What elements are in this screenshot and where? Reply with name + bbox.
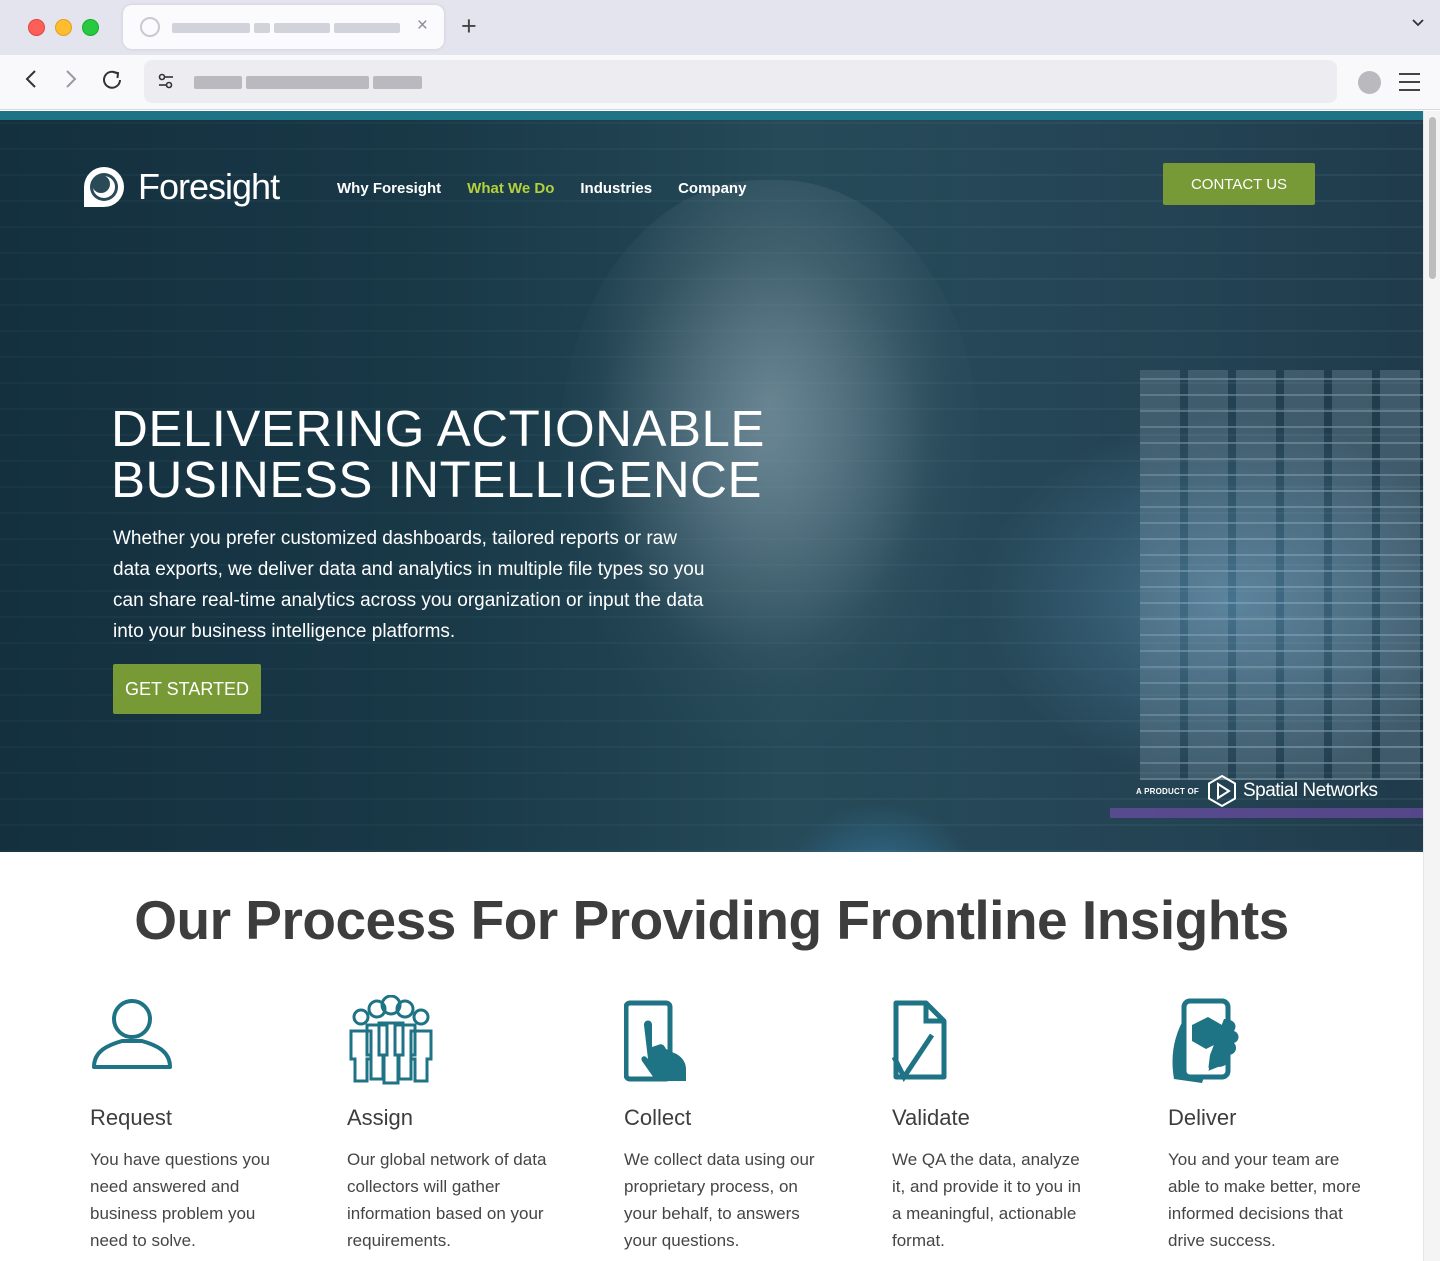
get-started-button[interactable]: GET STARTED: [113, 664, 261, 714]
foresight-logo-icon: [84, 167, 124, 207]
nav-company[interactable]: Company: [678, 180, 746, 198]
tab-title-placeholder: [334, 23, 400, 33]
hero-headline-line-2: BUSINESS INTELLIGENCE: [111, 451, 763, 508]
hero-headline-line-1: DELIVERING ACTIONABLE: [111, 400, 765, 457]
process-step-validate: Validate We QA the data, analyze it, and…: [891, 995, 1142, 1254]
hero-decorative-strip: [1110, 808, 1423, 818]
hero-headline: DELIVERING ACTIONABLE BUSINESS INTELLIGE…: [111, 403, 765, 505]
minimize-window-button[interactable]: [55, 19, 72, 36]
step-description: You have questions you need answered and…: [90, 1150, 270, 1250]
spatial-networks-name: Spatial Networks: [1243, 780, 1378, 801]
browser-toolbar: [0, 55, 1440, 110]
new-tab-button[interactable]: +: [461, 11, 477, 41]
top-accent-bar: [0, 111, 1423, 120]
process-step-assign: Assign Our global network of data collec…: [347, 994, 597, 1254]
step-description: You and your team are able to make bette…: [1168, 1150, 1361, 1250]
forward-icon[interactable]: [62, 68, 80, 96]
scrollbar-thumb[interactable]: [1429, 117, 1436, 279]
foresight-logo[interactable]: Foresight: [80, 163, 280, 211]
browser-tab[interactable]: ×: [123, 5, 444, 49]
url-placeholder: [373, 76, 422, 89]
step-title: Request: [90, 1105, 172, 1130]
step-description: We collect data using our proprietary pr…: [624, 1150, 815, 1250]
spatial-networks-logo-icon: [1208, 774, 1236, 808]
maximize-window-button[interactable]: [82, 19, 99, 36]
browser-tab-bar: × +: [0, 0, 1440, 55]
profile-avatar[interactable]: [1358, 71, 1381, 94]
main-nav: Why Foresight What We Do Industries Comp…: [337, 180, 772, 198]
person-icon: [92, 999, 172, 1069]
tab-close-icon[interactable]: ×: [417, 16, 428, 36]
tab-title-placeholder: [172, 23, 250, 33]
tab-title-placeholder: [254, 23, 270, 33]
product-of-label: A PRODUCT OF: [1136, 786, 1199, 796]
step-description: Our global network of data collectors wi…: [347, 1150, 547, 1250]
nav-why-foresight[interactable]: Why Foresight: [337, 180, 441, 198]
nav-what-we-do[interactable]: What We Do: [467, 180, 554, 198]
back-icon[interactable]: [22, 68, 40, 96]
hero-section: Foresight Why Foresight What We Do Indus…: [0, 120, 1423, 852]
hamburger-menu-icon[interactable]: [1399, 73, 1420, 97]
process-step-collect: Collect We collect data using our propri…: [623, 995, 874, 1254]
step-title: Collect: [624, 1105, 692, 1130]
step-title: Validate: [892, 1105, 970, 1130]
step-title: Assign: [347, 1105, 414, 1130]
tab-list-chevron-icon[interactable]: [1410, 14, 1426, 35]
process-heading: Our Process For Providing Frontline Insi…: [134, 889, 1289, 951]
url-placeholder: [246, 76, 369, 89]
site-settings-icon[interactable]: [156, 71, 176, 91]
tablet-tap-icon: [623, 1000, 686, 1082]
page-scrollbar[interactable]: [1423, 111, 1440, 1261]
process-step-request: Request You have questions you need answ…: [90, 995, 340, 1254]
address-bar[interactable]: [144, 60, 1337, 103]
reload-icon[interactable]: [100, 68, 124, 98]
brand-name: Foresight: [138, 166, 280, 207]
document-check-icon: [891, 1000, 947, 1082]
close-window-button[interactable]: [28, 19, 45, 36]
step-title: Deliver: [1168, 1105, 1237, 1130]
tab-favicon-icon: [140, 17, 160, 37]
group-icon: [349, 994, 433, 1085]
step-description: We QA the data, analyze it, and provide …: [892, 1150, 1082, 1250]
hero-description: Whether you prefer customized dashboards…: [113, 528, 705, 642]
tab-title-placeholder: [274, 23, 330, 33]
process-step-deliver: Deliver You and your team are able to ma…: [1168, 995, 1418, 1254]
nav-industries[interactable]: Industries: [580, 180, 652, 198]
spatial-networks-badge[interactable]: A PRODUCT OF Spatial Networks: [1136, 774, 1378, 808]
url-placeholder: [194, 76, 242, 89]
contact-us-button[interactable]: CONTACT US: [1163, 163, 1315, 205]
phone-in-hand-icon: [1172, 998, 1239, 1083]
